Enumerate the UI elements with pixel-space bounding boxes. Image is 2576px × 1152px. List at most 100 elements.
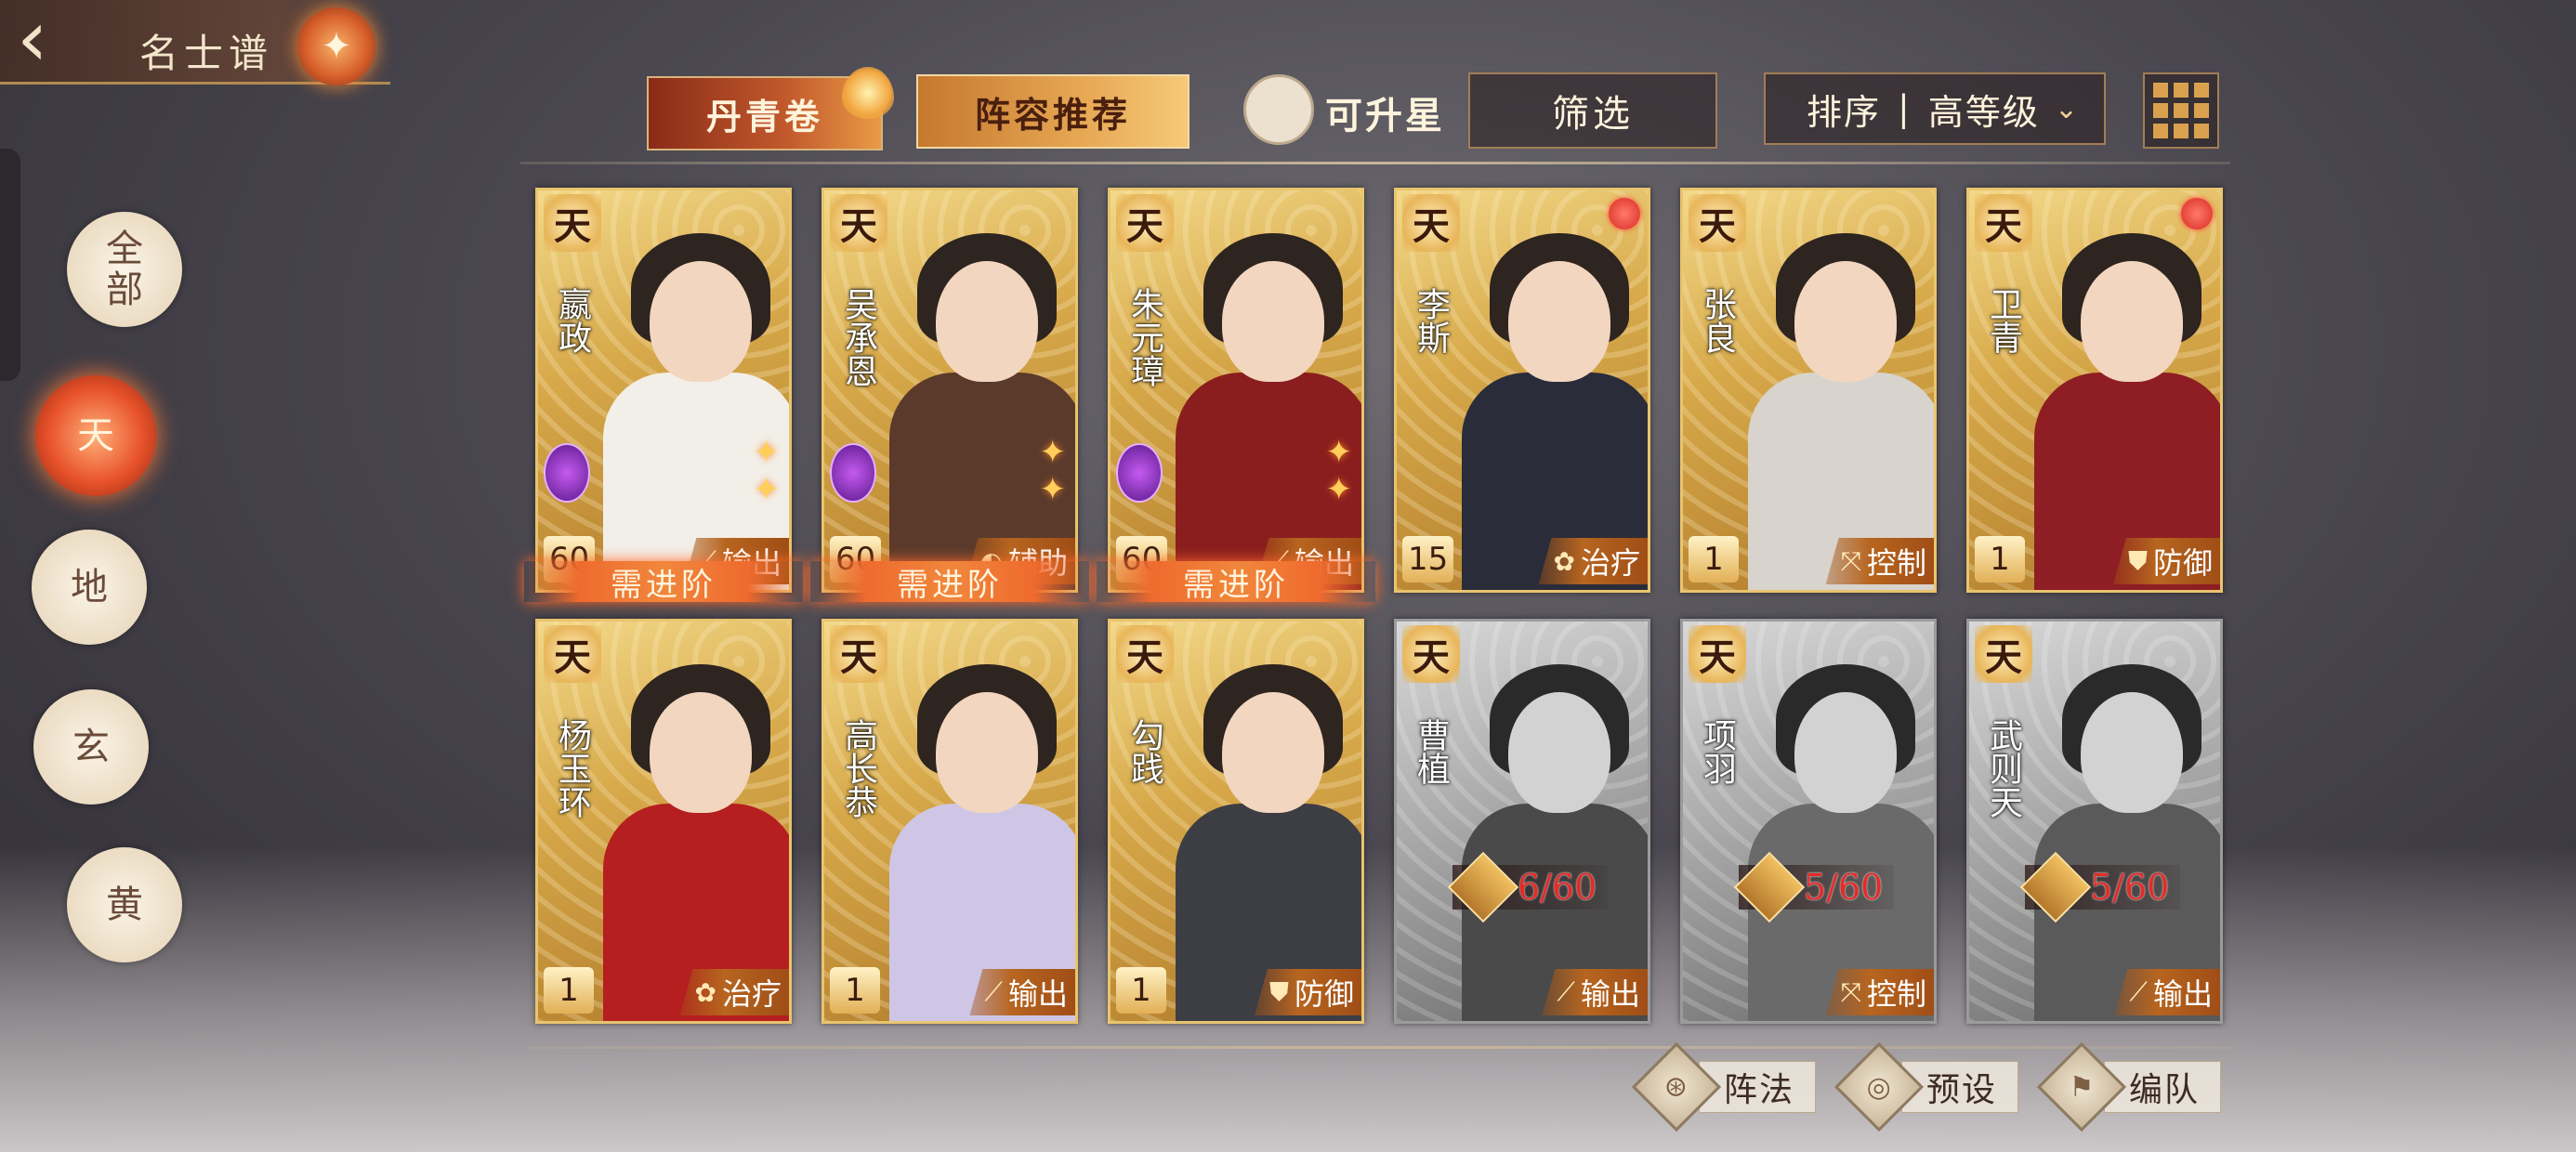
sort-dropdown[interactable]: 排序 | 高等级 ⌄ [1764,72,2106,145]
role-label: 输出 [1007,976,1068,1012]
notification-dot [1609,198,1640,229]
fragment-progress: 6/60 [1447,851,1609,923]
tier-badge: 天 [1116,194,1174,252]
header-bar: ‹ 名士谱 ✦ [0,0,390,85]
role-label: 输出 [1580,976,1640,1012]
tier-badge: 天 [1116,625,1174,683]
role-tag: ⟋输出 [969,969,1075,1015]
needs-advance-banner[interactable]: 需进阶 [1097,561,1375,604]
side-tab-huang-label: 黄 [106,884,143,926]
level-badge: 1 [1975,536,2025,583]
character-portrait [2034,655,2220,1021]
divider-top [520,162,2230,164]
tab-lineup-recommend[interactable]: 阵容推荐 [916,74,1189,149]
tier-badge: 天 [1402,194,1460,252]
flame-icon [842,67,894,119]
tier-badge: 天 [1975,194,2032,252]
character-portrait [2034,224,2220,590]
grid-view-icon[interactable] [2143,72,2219,149]
role-tag: ⟋输出 [1542,969,1648,1015]
role-tag: ⟋输出 [2114,969,2220,1015]
tab-danqingjuan[interactable]: 丹青卷 [647,67,894,151]
character-portrait [1748,655,1934,1021]
character-portrait [1176,655,1361,1021]
level-badge: 1 [1116,967,1166,1014]
skill-gem-icon [830,443,876,503]
tier-badge: 天 [544,194,601,252]
tab-danqingjuan-label: 丹青卷 [705,95,823,137]
preset-button[interactable]: ◎ 预设 [1833,1041,2019,1132]
filter-button[interactable]: 筛选 [1468,72,1717,149]
side-tab-huang[interactable]: 黄 [67,847,182,962]
level-badge: 1 [544,967,594,1014]
character-name: 张良 [1698,287,1736,354]
tier-badge: 天 [1689,625,1746,683]
sort-separator: | [1898,88,1912,129]
character-name: 高长恭 [839,718,877,818]
role-label: 治疗 [721,976,782,1012]
skill-gem-icon [544,443,590,503]
fragment-progress: 5/60 [2019,851,2181,923]
character-portrait [889,655,1075,1021]
notification-dot [2181,198,2213,229]
side-tab-tian[interactable]: 天 [35,375,156,496]
role-label: 治疗 [1580,545,1640,581]
team-edit-button[interactable]: ⚑ 编队 [2036,1041,2222,1132]
character-card[interactable]: 天武则天 5/60 ⟋ 输出 [1966,619,2223,1024]
page-title: 名士谱 [139,31,274,76]
role-tag: ⛊ 防御 [2112,538,2220,584]
character-card[interactable]: 天嬴政✦✦60⟋输出 [535,188,792,593]
side-collapse-handle[interactable] [0,149,20,381]
tier-badge: 天 [1402,625,1460,683]
tier-badge: 天 [1689,194,1746,252]
character-name: 嬴政 [553,287,591,354]
fragment-count: 5/60 [2090,867,2170,908]
role-label: 控制 [1866,545,1926,581]
star-sparkle-icon: ✦ ✦ [753,434,781,508]
role-tag: ✿ 治疗 [1538,538,1648,584]
character-name: 杨玉环 [553,718,591,818]
side-tab-xuan[interactable]: 玄 [33,689,149,805]
formation-icon: ⊛ [1631,1041,1722,1132]
pavilion-emblem-icon: ✦ [297,7,375,85]
character-card[interactable]: 天卫青 1 ⛊ 防御 [1966,188,2223,593]
character-name: 李斯 [1412,287,1450,354]
needs-advance-banner[interactable]: 需进阶 [524,561,803,604]
role-label: 防御 [1294,976,1354,1012]
character-card[interactable]: 天勾践 1 ⛊ 防御 [1108,619,1364,1024]
character-portrait [1176,224,1361,590]
role-label: 防御 [2152,545,2213,581]
role-tag: ⛊ 防御 [1254,969,1361,1015]
character-name: 吴承恩 [839,287,877,387]
character-card[interactable]: 天项羽 5/60 ⤧ 控制 [1680,619,1937,1024]
tier-badge: 天 [544,625,601,683]
side-tab-di[interactable]: 地 [32,530,147,645]
character-name: 曹植 [1412,718,1450,785]
level-badge: 1 [1689,536,1739,583]
back-arrow-icon[interactable]: ‹ [17,0,100,78]
character-card[interactable]: 天张良 1 ⤧ 控制 [1680,188,1937,593]
upgradable-checkbox[interactable] [1243,74,1314,145]
skill-gem-icon [1116,443,1163,503]
character-card[interactable]: 天高长恭 1 ⟋ 输出 [821,619,1078,1024]
upgradable-label: 可升星 [1325,94,1445,137]
needs-advance-banner[interactable]: 需进阶 [810,561,1089,604]
chevron-down-icon: ⌄ [2054,92,2080,125]
tier-badge: 天 [830,194,887,252]
preset-icon: ◎ [1833,1041,1925,1132]
character-card[interactable]: 天朱元璋✦✦60⟋输出 [1108,188,1364,593]
character-card[interactable]: 天李斯 15 ✿ 治疗 [1394,188,1650,593]
character-name: 朱元璋 [1125,287,1163,387]
role-tag: ⤧ 控制 [1825,538,1934,584]
role-icon: ✿ [1553,545,1575,577]
star-sparkle-icon: ✦ ✦ [1039,434,1067,508]
character-card[interactable]: 天吴承恩✦✦60◐辅助 [821,188,1078,593]
formation-button[interactable]: ⊛ 阵法 [1631,1041,1817,1132]
tab-lineup-recommend-label: 阵容推荐 [974,93,1131,136]
character-card[interactable]: 天曹植 6/60 ⟋ 输出 [1394,619,1650,1024]
sort-value: 高等级 [1927,91,2040,133]
tier-badge: 天 [830,625,887,683]
character-card[interactable]: 天杨玉环 1 ✿ 治疗 [535,619,792,1024]
role-icon: ⟋ [984,976,1003,1007]
side-tab-all[interactable]: 全部 [67,212,182,327]
